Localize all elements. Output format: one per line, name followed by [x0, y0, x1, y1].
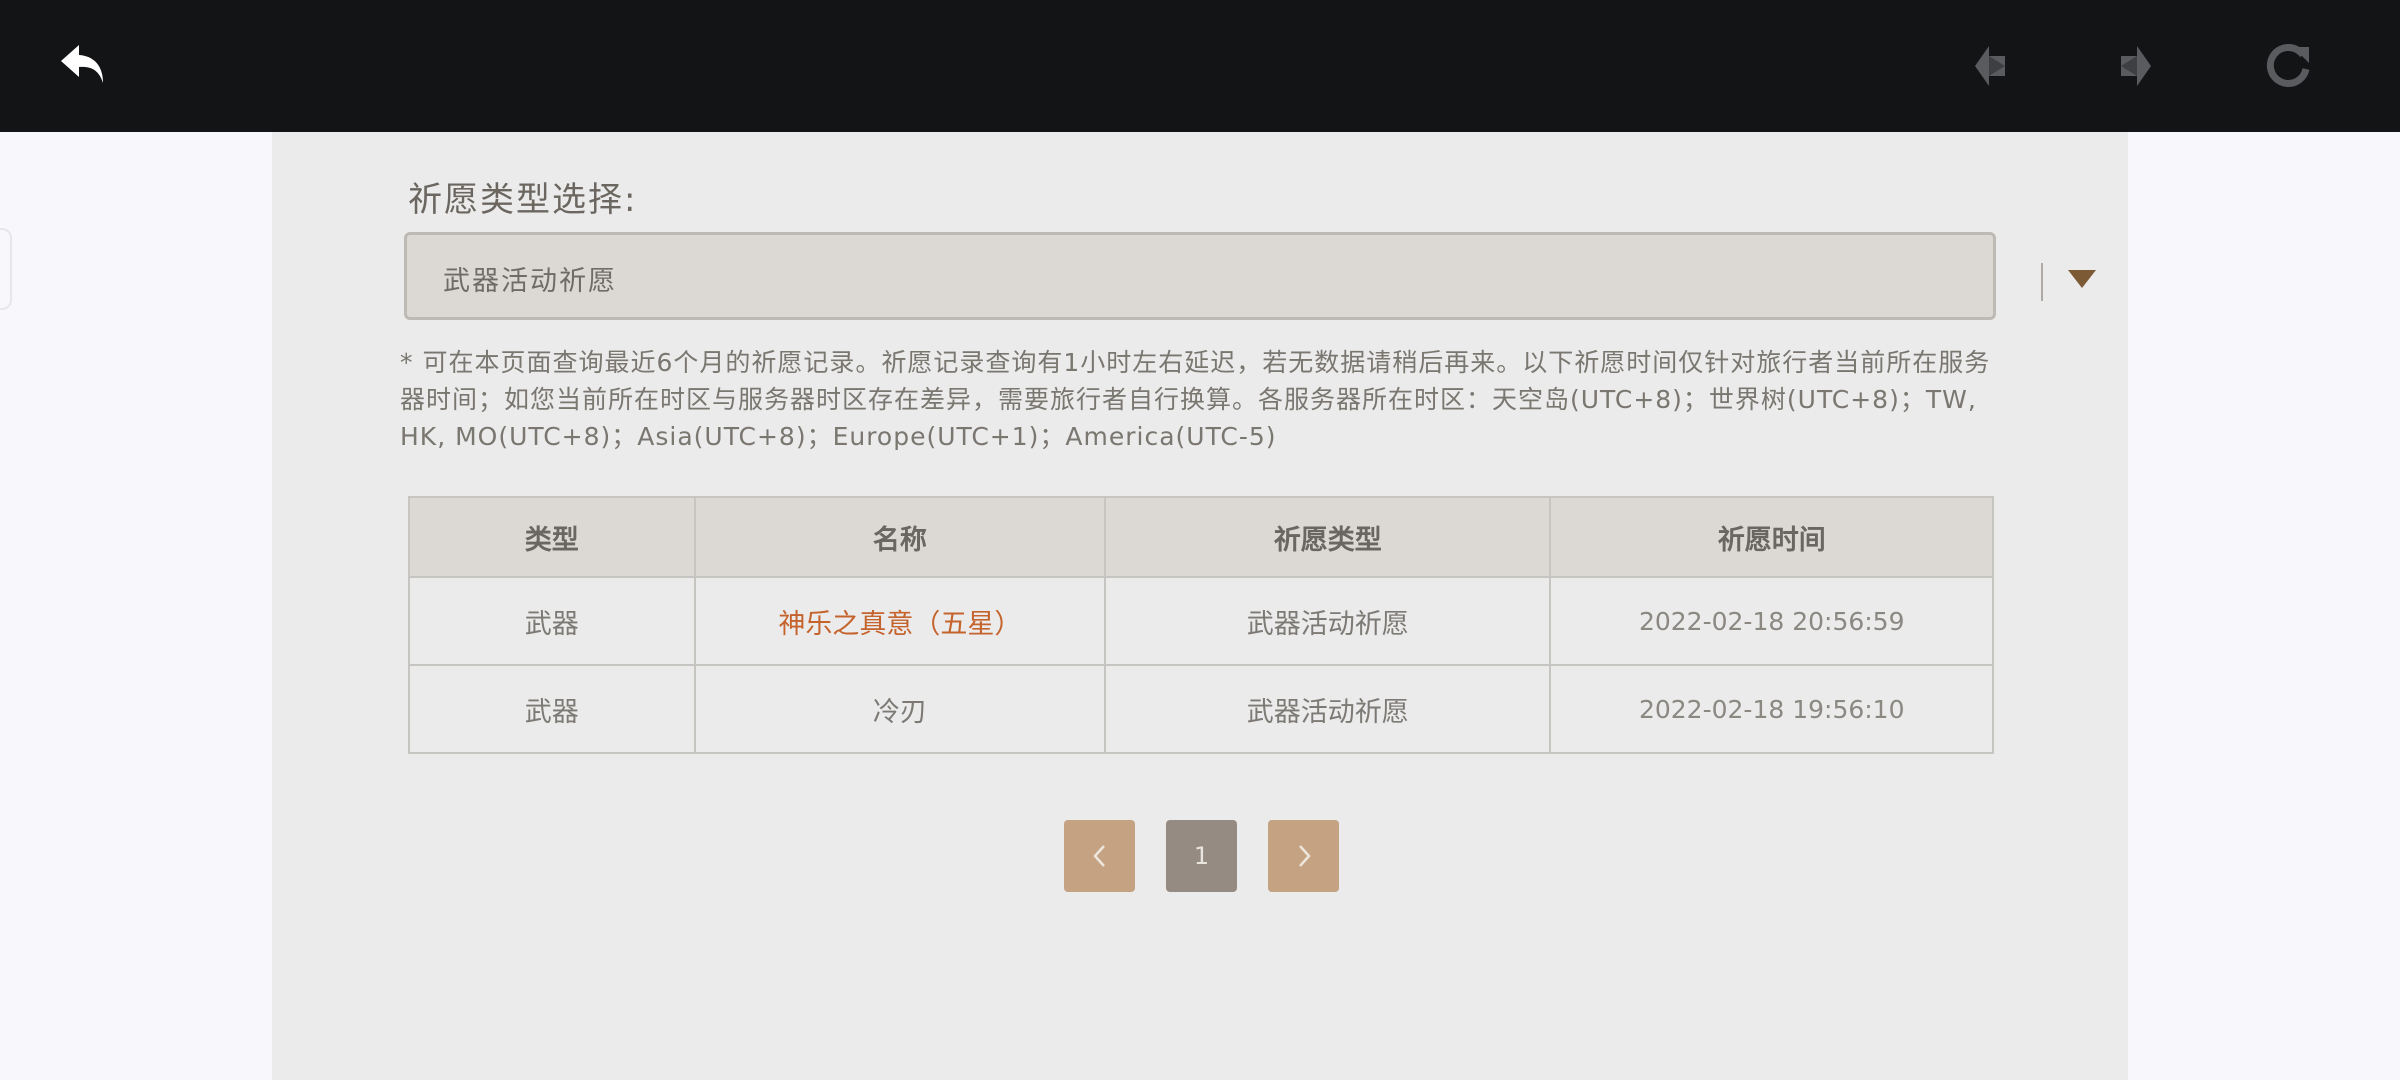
wish-type-select[interactable]: 武器活动祈愿 — [404, 232, 2096, 320]
select-divider — [2041, 263, 2043, 301]
back-arrow-icon — [61, 45, 103, 83]
table-header-row: 类型 名称 祈愿类型 祈愿时间 — [408, 496, 1994, 578]
cell-name: 神乐之真意（五星） — [693, 576, 1107, 666]
side-pull-tab[interactable] — [0, 228, 12, 310]
cell-type: 武器 — [408, 664, 696, 754]
history-next-button[interactable] — [2101, 30, 2173, 102]
cell-wish-time: 2022-02-18 19:56:10 — [1549, 664, 1994, 754]
column-header-type: 类型 — [408, 496, 696, 578]
reload-icon — [2266, 43, 2310, 87]
column-header-name: 名称 — [693, 496, 1107, 578]
column-header-wish-type: 祈愿类型 — [1104, 496, 1552, 578]
cell-wish-type: 武器活动祈愿 — [1104, 576, 1552, 666]
cell-type: 武器 — [408, 576, 696, 666]
table-row: 武器 冷刃 武器活动祈愿 2022-02-18 19:56:10 — [408, 664, 1994, 754]
chevron-left-icon — [1092, 845, 1105, 867]
wish-history-panel: 祈愿类型选择: 武器活动祈愿 * 可在本页面查询最近6个月的祈愿记录。祈愿记录查… — [272, 132, 2128, 1080]
next-diamond-icon — [2121, 46, 2151, 86]
cell-wish-time: 2022-02-18 20:56:59 — [1549, 576, 1994, 666]
history-prev-button[interactable] — [1953, 30, 2025, 102]
back-button[interactable] — [48, 30, 120, 102]
chevron-right-icon — [1298, 845, 1311, 867]
cell-name: 冷刃 — [693, 664, 1107, 754]
page-next-button[interactable] — [1268, 820, 1339, 892]
wish-history-notice: * 可在本页面查询最近6个月的祈愿记录。祈愿记录查询有1小时左右延迟，若无数据请… — [400, 348, 1991, 451]
page-number-button[interactable]: 1 — [1166, 820, 1237, 892]
wish-records-table: 类型 名称 祈愿类型 祈愿时间 武器 神乐之真意（五星） 武器活动祈愿 2022… — [408, 496, 1994, 754]
browser-toolbar — [0, 0, 2400, 132]
wish-type-selected-value: 武器活动祈愿 — [443, 266, 617, 297]
column-header-wish-time: 祈愿时间 — [1549, 496, 1994, 578]
page-prev-button[interactable] — [1064, 820, 1135, 892]
prev-diamond-icon — [1975, 46, 2005, 86]
chevron-down-icon — [2068, 270, 2096, 288]
reload-button[interactable] — [2252, 30, 2324, 102]
wish-type-label: 祈愿类型选择: — [408, 180, 638, 220]
cell-wish-type: 武器活动祈愿 — [1104, 664, 1552, 754]
table-row: 武器 神乐之真意（五星） 武器活动祈愿 2022-02-18 20:56:59 — [408, 576, 1994, 666]
